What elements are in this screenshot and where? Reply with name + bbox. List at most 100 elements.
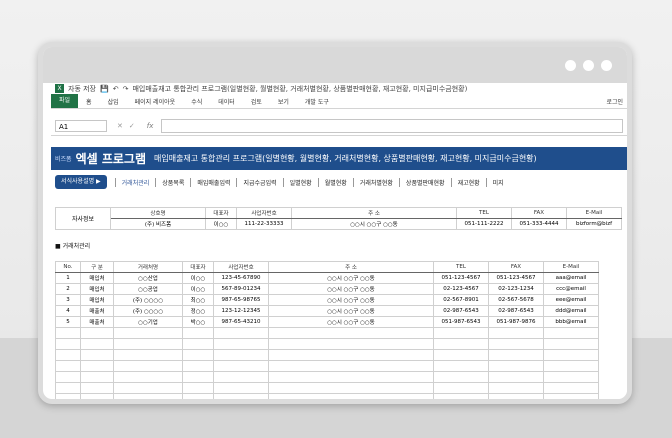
empty-cell[interactable] xyxy=(433,393,489,399)
row-email[interactable]: eee@email xyxy=(543,294,599,306)
row-email[interactable]: ccc@email xyxy=(543,283,599,295)
row-name[interactable]: ○○공업 xyxy=(113,283,183,295)
empty-cell[interactable] xyxy=(55,360,81,372)
empty-cell[interactable] xyxy=(182,371,214,383)
empty-cell[interactable] xyxy=(543,349,599,361)
row-bizno[interactable]: 987-65-98765 xyxy=(213,294,269,306)
formula-input[interactable] xyxy=(161,119,623,133)
row-tel[interactable]: 02-123-4567 xyxy=(433,283,489,295)
row-fax[interactable]: 051-987-9876 xyxy=(488,316,544,328)
empty-cell[interactable] xyxy=(433,349,489,361)
table-row[interactable]: 2 매입처 ○○공업 이○○ 567-89-01234 ○○시 ○○구 ○○동 02-123… xyxy=(55,283,599,295)
empty-cell[interactable] xyxy=(433,371,489,383)
empty-cell[interactable] xyxy=(543,360,599,372)
row-no[interactable]: 2 xyxy=(55,283,81,295)
row-fax[interactable]: 02-987-6543 xyxy=(488,305,544,317)
row-email[interactable]: bbb@email xyxy=(543,316,599,328)
empty-cell[interactable] xyxy=(55,327,81,339)
menu-monthly-status[interactable]: 월별현황 xyxy=(317,177,353,187)
empty-cell[interactable] xyxy=(113,349,183,361)
empty-row[interactable] xyxy=(55,338,599,350)
empty-cell[interactable] xyxy=(543,327,599,339)
empty-row[interactable] xyxy=(55,382,599,394)
menu-payment-entry[interactable]: 지급수금입력 xyxy=(236,177,282,187)
tab-page-layout[interactable]: 페이지 레이아웃 xyxy=(127,97,184,106)
empty-cell[interactable] xyxy=(433,338,489,350)
empty-row[interactable] xyxy=(55,349,599,361)
empty-cell[interactable] xyxy=(113,327,183,339)
company-address-cell[interactable]: ○○시 ○○구 ○○동 xyxy=(291,218,457,230)
empty-cell[interactable] xyxy=(213,360,269,372)
empty-cell[interactable] xyxy=(433,382,489,394)
menu-unpaid-status[interactable]: 미지 xyxy=(485,177,510,187)
empty-cell[interactable] xyxy=(213,327,269,339)
table-row[interactable]: 3 매입처 (주) ○○○○ 최○○ 987-65-98765 ○○시 ○○구 ○○동 02… xyxy=(55,294,599,306)
row-email[interactable]: aaa@email xyxy=(543,272,599,284)
empty-cell[interactable] xyxy=(268,382,434,394)
empty-cell[interactable] xyxy=(488,371,544,383)
empty-cell[interactable] xyxy=(543,393,599,399)
undo-icon[interactable]: ↶ xyxy=(113,85,119,93)
empty-cell[interactable] xyxy=(488,327,544,339)
row-tel[interactable]: 051-123-4567 xyxy=(433,272,489,284)
row-address[interactable]: ○○시 ○○구 ○○동 xyxy=(268,305,434,317)
name-box[interactable]: A1 xyxy=(55,120,107,132)
empty-cell[interactable] xyxy=(182,327,214,339)
row-no[interactable]: 5 xyxy=(55,316,81,328)
row-no[interactable]: 1 xyxy=(55,272,81,284)
menu-product-list[interactable]: 상품목록 xyxy=(155,177,190,187)
row-type[interactable]: 매입처 xyxy=(80,283,114,295)
menu-client-status[interactable]: 거래처별현황 xyxy=(352,177,399,187)
empty-cell[interactable] xyxy=(268,349,434,361)
row-bizno[interactable]: 123-45-67890 xyxy=(213,272,269,284)
tab-developer[interactable]: 개발 도구 xyxy=(297,97,337,106)
empty-cell[interactable] xyxy=(488,360,544,372)
empty-cell[interactable] xyxy=(182,338,214,350)
row-tel[interactable]: 051-987-6543 xyxy=(433,316,489,328)
row-email[interactable]: ddd@email xyxy=(543,305,599,317)
empty-cell[interactable] xyxy=(268,360,434,372)
empty-row[interactable] xyxy=(55,327,599,339)
empty-cell[interactable] xyxy=(113,382,183,394)
row-address[interactable]: ○○시 ○○구 ○○동 xyxy=(268,283,434,295)
table-row[interactable]: 1 매입처 ○○산업 이○○ 123-45-67890 ○○시 ○○구 ○○동 051-12… xyxy=(55,272,599,284)
tab-file[interactable]: 파일 xyxy=(51,94,79,108)
empty-cell[interactable] xyxy=(80,349,114,361)
row-name[interactable]: (주) ○○○○ xyxy=(113,305,183,317)
empty-cell[interactable] xyxy=(543,382,599,394)
row-ceo[interactable]: 박○○ xyxy=(182,316,214,328)
menu-sales-purchase-entry[interactable]: 매입매출입력 xyxy=(190,177,236,187)
empty-cell[interactable] xyxy=(80,360,114,372)
company-tel-cell[interactable]: 051-111-2222 xyxy=(456,218,512,230)
empty-cell[interactable] xyxy=(433,360,489,372)
row-ceo[interactable]: 정○○ xyxy=(182,305,214,317)
row-fax[interactable]: 051-123-4567 xyxy=(488,272,544,284)
empty-cell[interactable] xyxy=(182,360,214,372)
empty-cell[interactable] xyxy=(55,371,81,383)
empty-cell[interactable] xyxy=(113,338,183,350)
empty-cell[interactable] xyxy=(55,393,81,399)
empty-cell[interactable] xyxy=(113,371,183,383)
empty-cell[interactable] xyxy=(80,393,114,399)
empty-cell[interactable] xyxy=(182,382,214,394)
empty-cell[interactable] xyxy=(268,371,434,383)
row-type[interactable]: 매출처 xyxy=(80,305,114,317)
confirm-icon[interactable]: ✓ xyxy=(129,122,135,130)
empty-cell[interactable] xyxy=(488,349,544,361)
empty-cell[interactable] xyxy=(543,338,599,350)
table-row[interactable]: 4 매출처 (주) ○○○○ 정○○ 123-12-12345 ○○시 ○○구 ○○동 02… xyxy=(55,305,599,317)
row-name[interactable]: ○○산업 xyxy=(113,272,183,284)
cancel-icon[interactable]: ✕ xyxy=(117,122,123,130)
empty-cell[interactable] xyxy=(55,349,81,361)
empty-cell[interactable] xyxy=(488,382,544,394)
row-address[interactable]: ○○시 ○○구 ○○동 xyxy=(268,294,434,306)
tab-insert[interactable]: 삽입 xyxy=(100,97,127,106)
empty-cell[interactable] xyxy=(213,349,269,361)
menu-inventory-status[interactable]: 재고현황 xyxy=(450,177,486,187)
row-name[interactable]: (주) ○○○○ xyxy=(113,294,183,306)
row-no[interactable]: 3 xyxy=(55,294,81,306)
menu-daily-status[interactable]: 일별현황 xyxy=(282,177,318,187)
empty-row[interactable] xyxy=(55,393,599,399)
row-ceo[interactable]: 이○○ xyxy=(182,272,214,284)
guide-button[interactable]: 서식사용설명 ▶ xyxy=(55,175,107,189)
